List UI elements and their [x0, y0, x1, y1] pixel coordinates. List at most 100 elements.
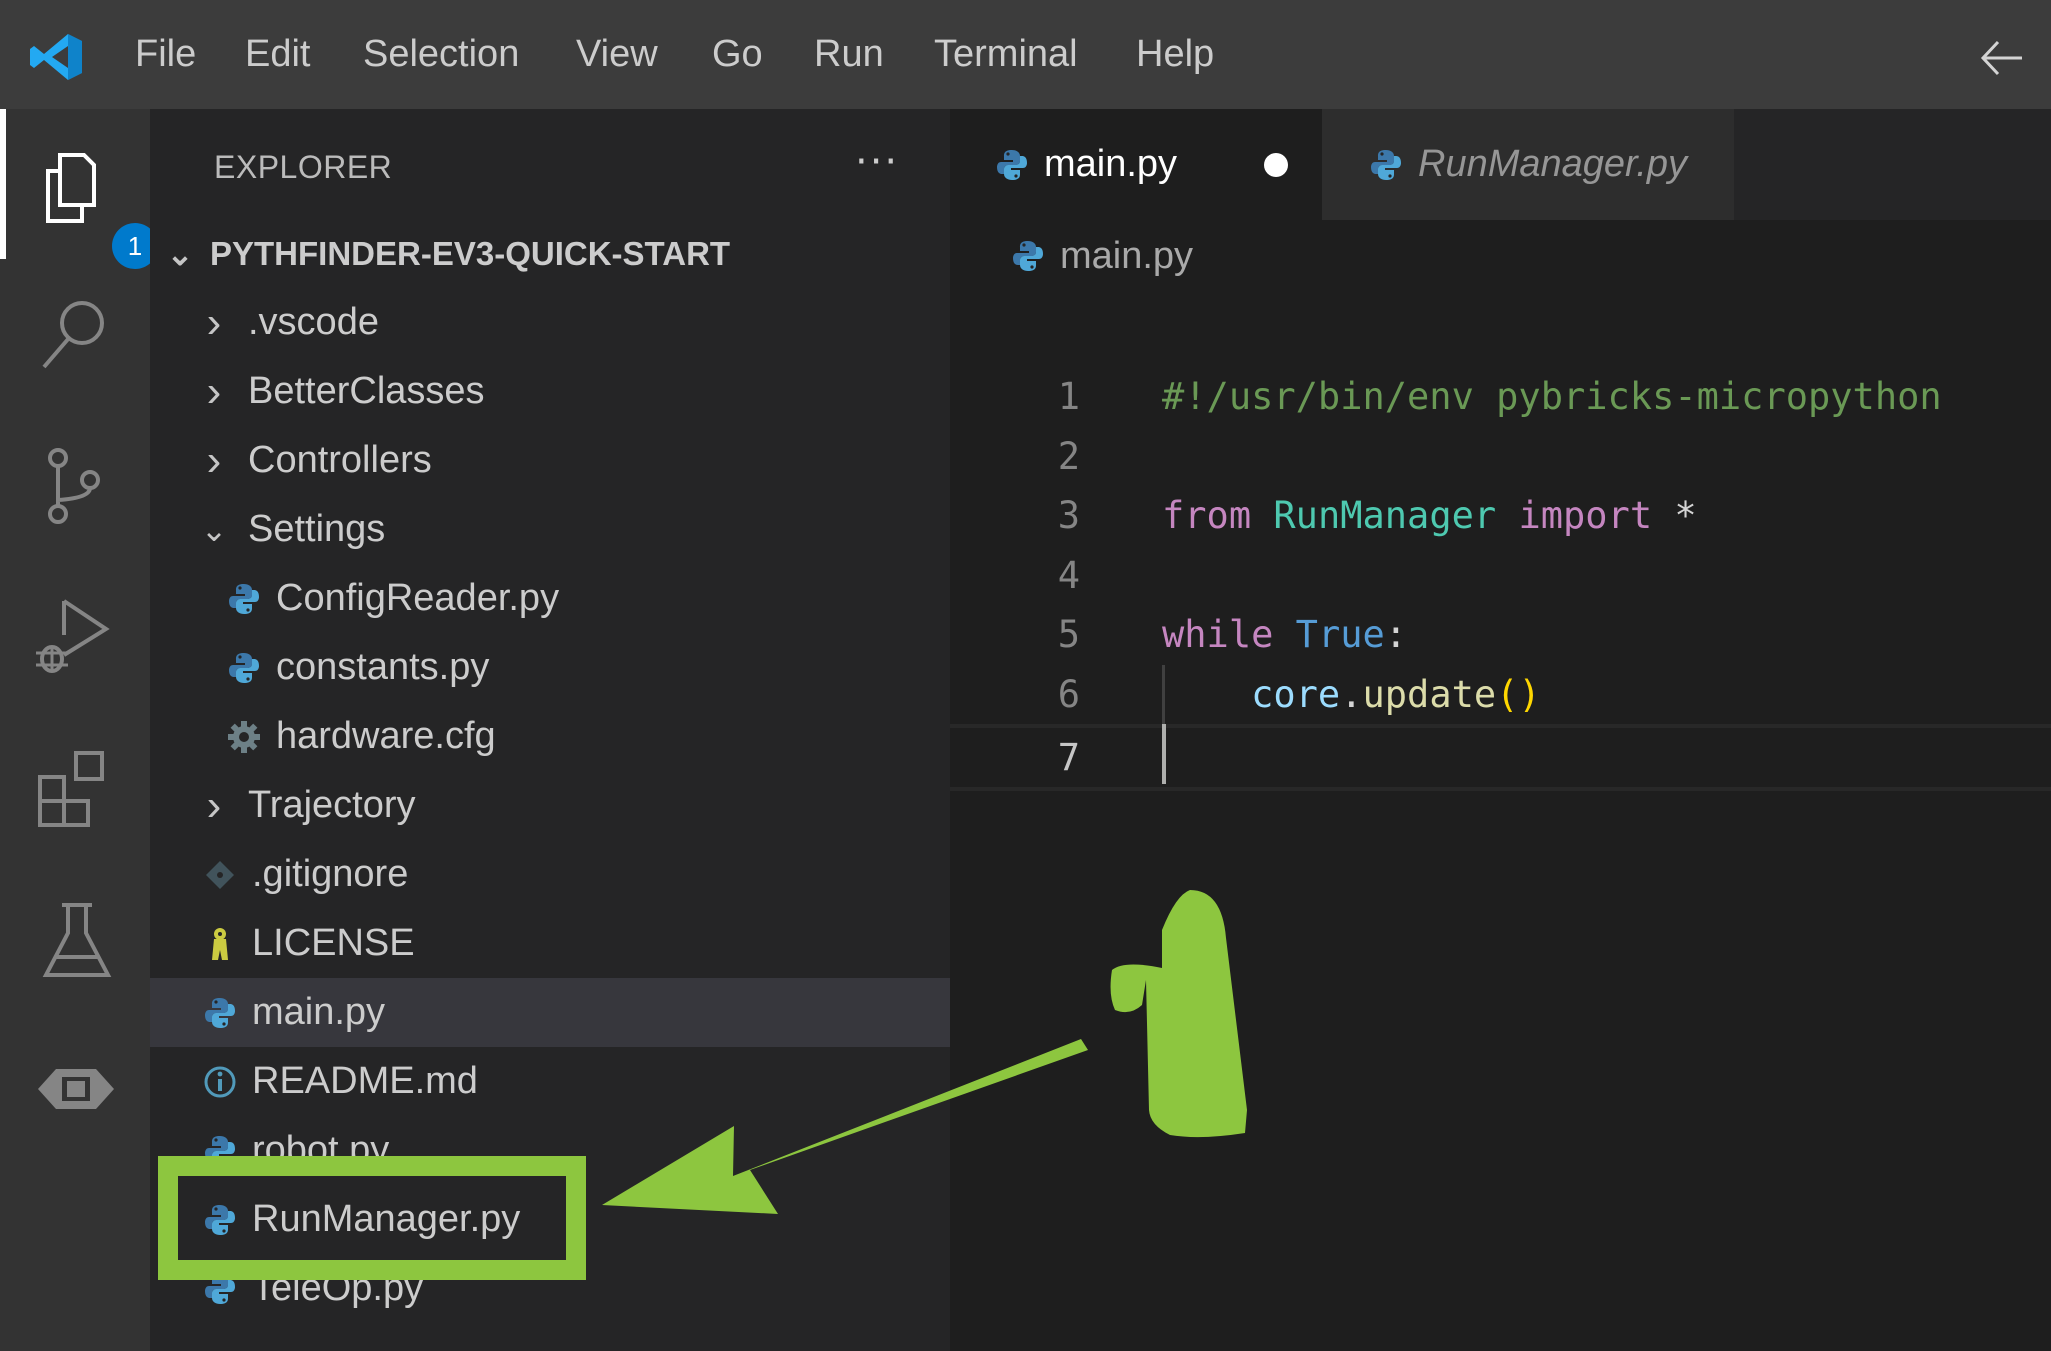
tree-folder[interactable]: › Trajectory: [150, 771, 950, 840]
tree-file[interactable]: RunManager.py: [150, 1185, 950, 1254]
tree-file[interactable]: ConfigReader.py: [150, 564, 950, 633]
activity-testing[interactable]: [34, 897, 118, 981]
python-file-icon: [994, 147, 1030, 183]
tree-item-label: hardware.cfg: [276, 715, 496, 757]
tree-item-label: Controllers: [248, 439, 432, 481]
line-number: 2: [1057, 434, 1080, 478]
line-text: core.update(): [1162, 673, 1541, 716]
tree-item-label: ConfigReader.py: [276, 577, 560, 619]
code-token: (): [1496, 672, 1541, 716]
menu-file[interactable]: File: [135, 33, 196, 76]
line-number: 1: [1057, 375, 1080, 418]
activity-ev3-device[interactable]: [34, 1047, 118, 1131]
tree-item-label: Settings: [248, 508, 386, 550]
menu-view[interactable]: View: [576, 33, 658, 76]
vscode-logo-icon: [30, 34, 82, 80]
code-line[interactable]: 5 while True:: [950, 605, 2051, 664]
code-line[interactable]: 2: [950, 427, 2051, 486]
code-line[interactable]: 1 #!/usr/bin/env pybricks-micropython: [950, 367, 2051, 426]
code-line[interactable]: 3 from RunManager import *: [950, 486, 2051, 545]
more-actions-button[interactable]: ···: [855, 139, 899, 185]
python-file-icon: [202, 1271, 238, 1307]
tree-file[interactable]: TeleOp.py: [150, 1254, 950, 1323]
tree-file[interactable]: constants.py: [150, 633, 950, 702]
tree-item-label: main.py: [252, 991, 386, 1033]
tree-item-label: RunManager.py: [252, 1198, 521, 1240]
license-icon: [212, 927, 228, 960]
text-cursor: [1162, 724, 1166, 784]
activity-source-control[interactable]: [34, 444, 118, 528]
explorer-title: EXPLORER: [214, 149, 393, 185]
menu-help[interactable]: Help: [1136, 33, 1214, 76]
chevron-right-icon: ›: [206, 435, 222, 485]
chevron-right-icon: ›: [206, 780, 222, 830]
tab-main-py[interactable]: main.py: [950, 109, 1322, 220]
breadcrumb-file[interactable]: main.py: [1060, 235, 1193, 278]
tree-item-label: robot.py: [252, 1129, 390, 1171]
tree-item-label: TeleOp.py: [252, 1267, 424, 1309]
code-line[interactable]: 4: [950, 546, 2051, 605]
workspace-root-label: PYTHFINDER-EV3-QUICK-START: [210, 234, 731, 272]
git-file-icon: [206, 860, 234, 889]
menu-terminal[interactable]: Terminal: [934, 33, 1078, 76]
chevron-right-icon: ›: [206, 366, 222, 416]
tab-runmanager-py[interactable]: RunManager.py: [1322, 109, 1734, 220]
line-text: #!/usr/bin/env pybricks-micropython: [1162, 375, 1942, 418]
line-number: 6: [1057, 672, 1080, 716]
activity-search[interactable]: [34, 293, 118, 377]
tab-bar: main.py RunManager.py: [950, 109, 2051, 220]
line-number: 4: [1057, 553, 1080, 597]
activity-run-debug[interactable]: [34, 595, 118, 679]
tree-file[interactable]: robot.py: [150, 1116, 950, 1185]
source-control-icon: [48, 448, 100, 524]
arrow-left-icon[interactable]: [1980, 38, 2024, 78]
code-token: while: [1162, 613, 1274, 656]
tree-file[interactable]: README.md: [150, 1047, 950, 1116]
tree-file[interactable]: LICENSE: [150, 909, 950, 978]
tree-file[interactable]: main.py: [150, 978, 950, 1047]
gear-icon: [228, 720, 260, 753]
code-token: *: [1652, 494, 1697, 537]
workspace-root[interactable]: ⌄ PYTHFINDER-EV3-QUICK-START: [150, 219, 950, 288]
code-token: #!/usr/bin/env pybricks-micropython: [1162, 375, 1942, 418]
editor-area: main.py RunManager.py main.py 1 #!/usr/bi…: [950, 109, 2051, 1351]
chevron-down-icon: ⌄: [166, 235, 194, 272]
tree-folder[interactable]: ⌄ Settings: [150, 495, 950, 564]
menu-go[interactable]: Go: [712, 33, 763, 76]
code-token: RunManager: [1273, 494, 1497, 537]
python-file-icon: [202, 1202, 238, 1238]
tree-folder[interactable]: › BetterClasses: [150, 357, 950, 426]
title-bar: File Edit Selection View Go Run Terminal Help: [0, 0, 2051, 109]
active-indicator: [0, 109, 6, 259]
python-file-icon: [1010, 238, 1046, 274]
tree-item-label: .vscode: [248, 301, 379, 343]
tree-item-label: BetterClasses: [248, 370, 485, 412]
menu-selection[interactable]: Selection: [363, 33, 519, 76]
tree-file[interactable]: hardware.cfg: [150, 702, 950, 771]
unsaved-dot-icon[interactable]: [1264, 153, 1288, 177]
code-line[interactable]: 7: [950, 724, 2051, 791]
activity-extensions[interactable]: [34, 745, 118, 829]
files-icon: [46, 153, 96, 223]
code-token: :: [1384, 613, 1408, 656]
tree-folder[interactable]: › .vscode: [150, 288, 950, 357]
code-token: core: [1251, 672, 1341, 716]
tree-folder[interactable]: › Controllers: [150, 426, 950, 495]
python-file-icon: [226, 581, 262, 617]
line-number: 7: [1057, 736, 1080, 779]
breadcrumb: main.py: [1010, 231, 1193, 281]
menu-run[interactable]: Run: [814, 33, 884, 76]
tree-item-label: LICENSE: [252, 922, 415, 964]
line-number: 5: [1057, 613, 1080, 656]
tree-file[interactable]: .gitignore: [150, 840, 950, 909]
python-file-icon: [202, 995, 238, 1031]
tab-label: RunManager.py: [1418, 143, 1687, 185]
chevron-down-icon: ⌄: [200, 511, 228, 548]
code-line[interactable]: 6 core.update(): [950, 665, 2051, 724]
activity-explorer[interactable]: 1: [34, 143, 158, 269]
indent-guide: [1162, 664, 1165, 724]
line-text: while True:: [1162, 613, 1407, 656]
menu-edit[interactable]: Edit: [245, 33, 310, 76]
